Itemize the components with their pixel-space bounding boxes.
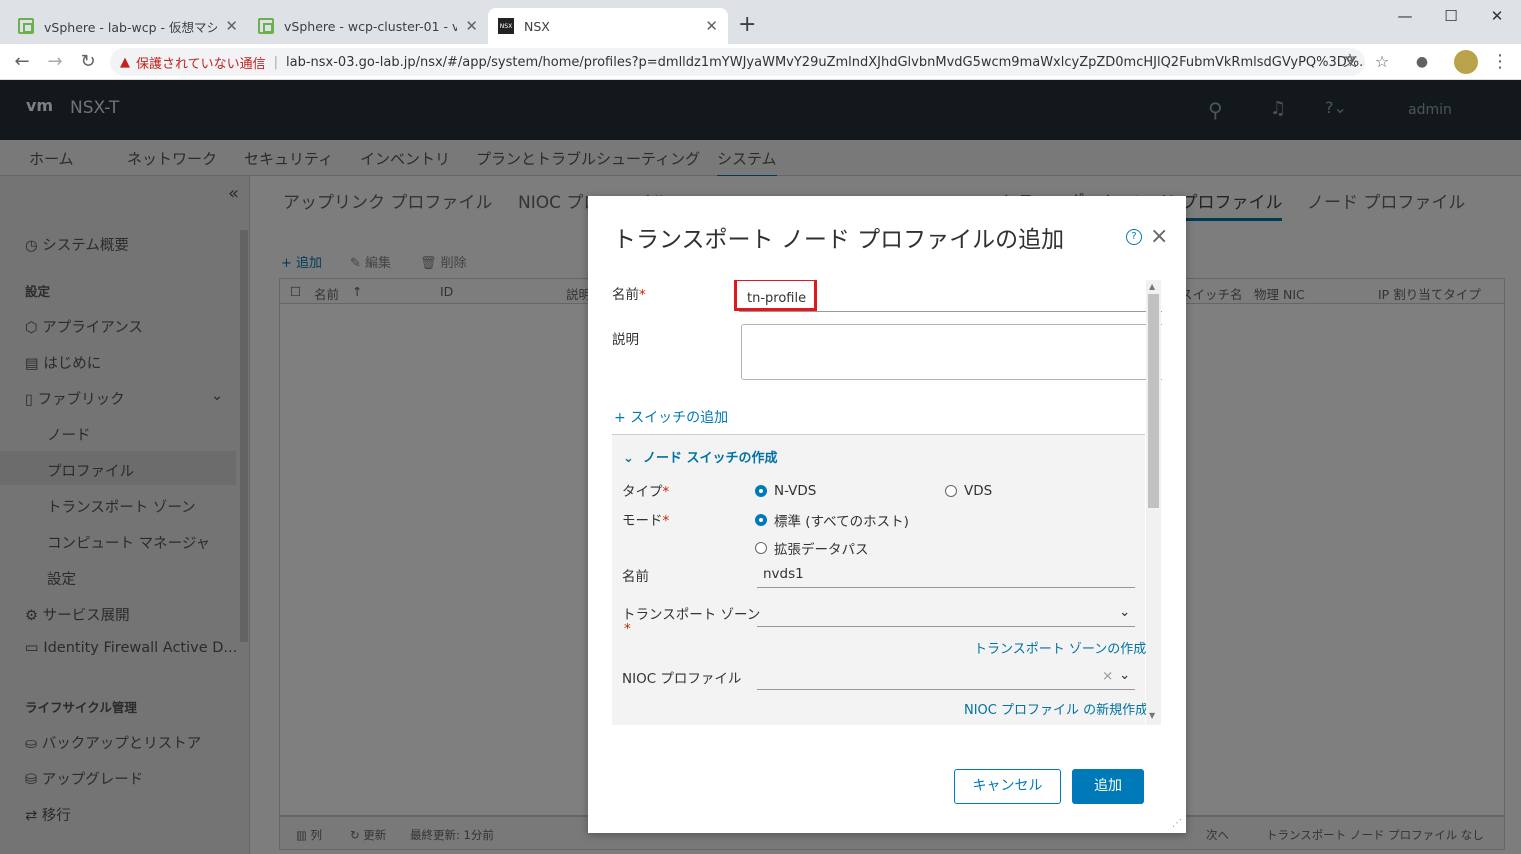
clear-icon[interactable]: × [1102, 668, 1113, 684]
mode-label: モード* [622, 513, 670, 529]
type-radio-vds[interactable]: VDS [945, 483, 992, 499]
dialog-form: 名前* tn-profile 説明 + スイッチの追加 ⌄ ノード スイッチの作… [612, 280, 1162, 725]
forward-icon[interactable]: → [43, 50, 67, 74]
description-label: 説明 [612, 332, 639, 348]
name-label: 名前* [612, 287, 646, 303]
close-tab-icon[interactable]: ✕ [225, 17, 238, 35]
radio-label: VDS [964, 483, 993, 499]
radio-empty-icon [945, 485, 957, 497]
required-mark: * [624, 621, 631, 637]
radio-label: 標準 (すべてのホスト) [774, 514, 909, 530]
browser-tab-vsphere-cluster[interactable]: vSphere - wcp-cluster-01 - vSphere ✕ [248, 8, 488, 44]
add-switch-label: スイッチの追加 [630, 410, 729, 426]
browser-tab-nsx[interactable]: NSX NSX ✕ [488, 8, 728, 44]
type-radio-nvds[interactable]: N-VDS [755, 483, 816, 499]
chevron-down-icon[interactable]: ⌄ [1119, 667, 1130, 683]
radio-selected-icon [755, 485, 767, 497]
tab-title: vSphere - wcp-cluster-01 - vSphere [284, 18, 458, 34]
radio-selected-icon [755, 514, 767, 526]
close-tab-icon[interactable]: ✕ [705, 17, 718, 35]
chevron-down-icon[interactable]: ⌄ [1119, 604, 1130, 620]
mode-label-text: モード [622, 513, 663, 529]
type-label-text: タイプ [622, 484, 663, 500]
add-switch-link[interactable]: + スイッチの追加 [614, 407, 728, 427]
nioc-profile-label: NIOC プロファイル [622, 671, 742, 687]
warning-icon: ▲ [120, 54, 130, 70]
reload-icon[interactable]: ↻ [76, 50, 100, 74]
radio-label: N-VDS [774, 483, 817, 499]
nioc-profile-select[interactable] [757, 689, 1135, 690]
dialog-title: トランスポート ノード プロファイルの追加 [613, 227, 1065, 253]
browser-tab-vsphere-vm[interactable]: vSphere - lab-wcp - 仮想マシン ✕ [8, 8, 248, 44]
url-text: lab-nsx-03.go-lab.jp/nsx/#/app/system/ho… [286, 54, 1365, 70]
window-close-icon[interactable]: ✕ [1477, 4, 1517, 28]
vsphere-favicon-icon [258, 18, 274, 34]
description-textarea[interactable] [741, 324, 1162, 380]
scroll-down-icon[interactable]: ▼ [1149, 711, 1155, 720]
resize-handle-icon[interactable]: ⋰ [1172, 818, 1182, 829]
switch-name-label: 名前 [622, 569, 649, 585]
add-button-primary[interactable]: 追加 [1072, 769, 1144, 804]
section-title: ノード スイッチの作成 [642, 451, 778, 466]
name-label-text: 名前 [612, 287, 639, 303]
help-icon[interactable]: ? [1126, 229, 1142, 245]
section-toggle[interactable]: ⌄ ノード スイッチの作成 [623, 447, 777, 466]
tab-title: vSphere - lab-wcp - 仮想マシン [44, 19, 218, 35]
nsx-favicon-icon: NSX [498, 18, 514, 34]
cancel-button[interactable]: キャンセル [954, 769, 1061, 804]
switch-name-underline [757, 587, 1135, 588]
browser-tab-bar: vSphere - lab-wcp - 仮想マシン ✕ vSphere - wc… [0, 0, 1521, 44]
scroll-up-icon[interactable]: ▲ [1149, 282, 1155, 291]
mode-radio-standard[interactable]: 標準 (すべてのホスト) [755, 510, 909, 530]
menu-icon[interactable]: ⋮ [1488, 50, 1512, 74]
new-tab-button[interactable]: + [738, 12, 756, 37]
close-icon[interactable]: × [1150, 224, 1168, 249]
create-transport-zone-link[interactable]: トランスポート ゾーンの作成 [974, 638, 1146, 657]
add-transport-node-profile-dialog: トランスポート ノード プロファイルの追加 ? × 名前* tn-profile… [588, 196, 1186, 833]
bookmark-star-icon[interactable]: ☆ [1370, 50, 1394, 74]
url-input[interactable]: ▲ 保護されていない通信 | lab-nsx-03.go-lab.jp/nsx/… [110, 48, 1365, 76]
avatar[interactable] [1454, 50, 1478, 74]
radio-empty-icon [755, 542, 767, 554]
tab-title: NSX [524, 18, 550, 34]
transport-zone-label: トランスポート ゾーン [622, 607, 761, 623]
minimize-icon[interactable]: — [1385, 4, 1425, 28]
translate-icon[interactable]: 文 [1338, 50, 1362, 74]
mode-radio-enhanced[interactable]: 拡張データパス [755, 538, 869, 558]
scrollbar-thumb[interactable] [1148, 294, 1159, 508]
switch-name-input[interactable]: nvds1 [763, 566, 804, 582]
highlight-box [734, 280, 817, 311]
address-bar: ← → ↻ ▲ 保護されていない通信 | lab-nsx-03.go-lab.j… [0, 44, 1521, 80]
radio-label: 拡張データパス [774, 542, 869, 558]
maximize-icon[interactable]: ☐ [1431, 4, 1471, 28]
node-switch-section: ⌄ ノード スイッチの作成 タイプ* N-VDS VDS モード* 標準 (すべ… [612, 434, 1148, 725]
divider: | [273, 54, 279, 70]
insecure-label: 保護されていない通信 [136, 56, 266, 72]
create-nioc-profile-link[interactable]: NIOC プロファイル の新規作成 [964, 699, 1148, 718]
close-tab-icon[interactable]: ✕ [465, 17, 478, 35]
vsphere-favicon-icon [18, 18, 34, 34]
type-label: タイプ* [622, 484, 670, 500]
transport-zone-select[interactable] [757, 626, 1135, 627]
extension-icon[interactable]: ● [1410, 50, 1434, 74]
back-icon[interactable]: ← [10, 50, 34, 74]
